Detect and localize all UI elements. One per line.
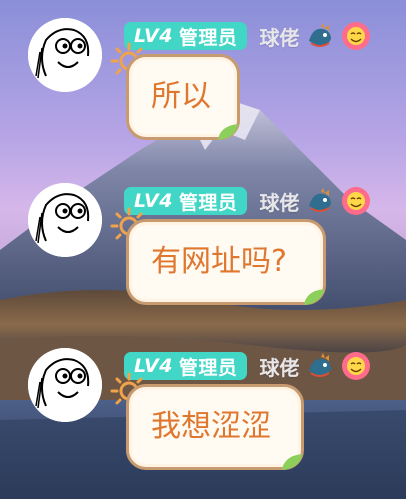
user-meta: LV4 管理员 球佬 [124, 22, 371, 50]
role-label: 管理员 [178, 191, 238, 214]
leaf-icon [304, 289, 324, 305]
meme-face-icon [28, 348, 102, 422]
chat-message: LV4 管理员 球佬 我想涩涩 [0, 330, 406, 495]
message-text: 有网址吗? [151, 244, 287, 279]
meme-face-avatar[interactable] [28, 348, 102, 422]
meme-face-icon [28, 18, 102, 92]
leaf-icon [282, 454, 302, 470]
nickname[interactable]: 球佬 [259, 22, 299, 51]
flower-smiley-icon [342, 352, 371, 380]
flower-smiley-icon [342, 187, 371, 215]
dragon-icon [309, 23, 332, 47]
role-label: 管理员 [178, 26, 238, 49]
message-text: 我想涩涩 [151, 409, 271, 444]
role-label: 管理员 [178, 356, 238, 379]
message-text: 所以 [151, 79, 211, 114]
dragon-icon [309, 188, 332, 212]
user-meta: LV4 管理员 球佬 [124, 187, 371, 215]
meme-face-avatar[interactable] [28, 18, 102, 92]
flower-smiley-icon [342, 22, 371, 50]
user-meta: LV4 管理员 球佬 [124, 352, 371, 380]
chat-message: LV4 管理员 球佬 所以 [0, 0, 406, 165]
nickname[interactable]: 球佬 [259, 187, 299, 216]
message-bubble[interactable]: 我想涩涩 [126, 384, 304, 470]
chat-message: LV4 管理员 球佬 有网址吗? [0, 165, 406, 330]
nickname[interactable]: 球佬 [259, 352, 299, 381]
meme-face-icon [28, 183, 102, 257]
leaf-icon [218, 124, 238, 140]
dragon-icon [309, 353, 332, 377]
message-bubble[interactable]: 有网址吗? [126, 219, 326, 305]
meme-face-avatar[interactable] [28, 183, 102, 257]
